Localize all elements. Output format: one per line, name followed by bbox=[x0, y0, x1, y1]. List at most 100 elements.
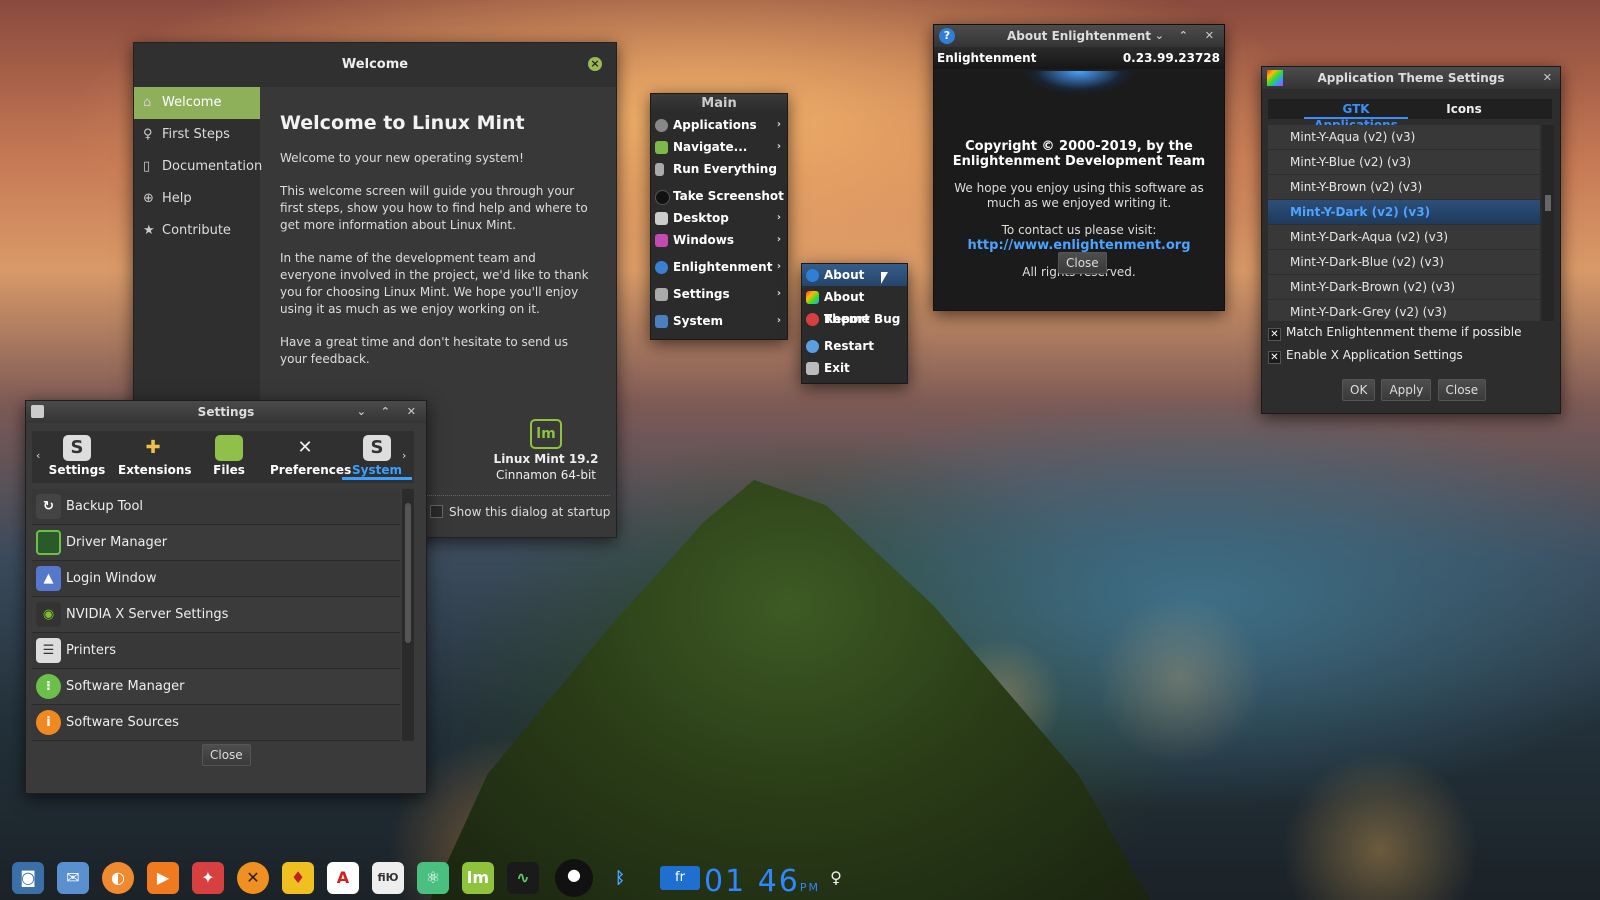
list-item-login-window[interactable]: ▲ Login Window bbox=[32, 561, 400, 597]
copyright-line: Enlightenment Development Team bbox=[952, 154, 1206, 169]
app-icon[interactable]: ♦ bbox=[282, 862, 314, 894]
theme-list-item[interactable]: Mint-Y-Dark-Brown (v2) (v3) bbox=[1268, 275, 1540, 300]
menu-item-take-screenshot[interactable]: Take Screenshot bbox=[651, 185, 787, 207]
menu-item-enlightenment[interactable]: Enlightenment › bbox=[651, 256, 787, 278]
system-monitor-app-icon[interactable]: ∿ bbox=[507, 862, 539, 894]
theme-list-scrollbar[interactable] bbox=[1542, 125, 1554, 321]
startup-checkbox-row[interactable]: Show this dialog at startup bbox=[430, 505, 610, 519]
menu-item-exit[interactable]: Exit bbox=[802, 357, 907, 379]
menu-item-desktop[interactable]: Desktop › bbox=[651, 207, 787, 229]
crossover-app-icon[interactable]: ✕ bbox=[237, 862, 269, 894]
mail-app-icon[interactable]: ✉ bbox=[57, 862, 89, 894]
startup-checkbox[interactable] bbox=[430, 505, 443, 518]
category-settings[interactable]: S Settings bbox=[42, 431, 112, 477]
list-item-backup-tool[interactable]: ↻ Backup Tool bbox=[32, 489, 400, 525]
menu-item-system[interactable]: System › bbox=[651, 310, 787, 332]
settings-titlebar[interactable]: Settings ⌄ ⌃ ✕ bbox=[26, 401, 426, 423]
list-item-software-sources[interactable]: i Software Sources bbox=[32, 705, 400, 741]
list-item-nvidia-settings[interactable]: ◉ NVIDIA X Server Settings bbox=[32, 597, 400, 633]
scrollbar-thumb[interactable] bbox=[1545, 195, 1551, 211]
close-icon[interactable]: ✕ bbox=[1543, 67, 1552, 89]
linux-mint-app-icon[interactable]: lm bbox=[462, 862, 494, 894]
sidebar-item-help[interactable]: ⊕ Help bbox=[134, 183, 260, 215]
keyboard-layout-indicator[interactable]: fr bbox=[660, 866, 700, 890]
about-titlebar[interactable]: ? About Enlightenment ⌄ ⌃ ✕ bbox=[934, 25, 1224, 47]
menu-item-report-bug[interactable]: Report Bug bbox=[802, 308, 907, 330]
pdf-reader-app-icon[interactable]: A bbox=[327, 862, 359, 894]
list-item-driver-manager[interactable]: Driver Manager bbox=[32, 525, 400, 561]
sidebar-item-contribute[interactable]: ★ Contribute bbox=[134, 215, 260, 247]
match-theme-checkbox-row[interactable]: ✕ Match Enlightenment theme if possible bbox=[1268, 325, 1521, 341]
enable-x-settings-checkbox[interactable]: ✕ bbox=[1268, 351, 1281, 364]
list-scrollbar[interactable] bbox=[402, 489, 414, 741]
match-theme-checkbox[interactable]: ✕ bbox=[1268, 328, 1281, 341]
category-files[interactable]: Files bbox=[194, 431, 264, 477]
minimize-icon[interactable]: ⌄ bbox=[357, 401, 366, 423]
media-player-app-icon[interactable]: ▶ bbox=[147, 862, 179, 894]
list-item-printers[interactable]: ☰ Printers bbox=[32, 633, 400, 669]
clock-ampm: PM bbox=[799, 881, 821, 894]
mouse-cursor-icon bbox=[881, 272, 888, 284]
submenu-arrow-icon: › bbox=[776, 119, 781, 130]
theme-list-item[interactable]: Mint-Y-Brown (v2) (v3) bbox=[1268, 175, 1540, 200]
list-item-software-manager[interactable]: ⁝ Software Manager bbox=[32, 669, 400, 705]
enable-x-settings-checkbox-row[interactable]: ✕ Enable X Application Settings bbox=[1268, 348, 1463, 364]
tab-gtk-applications[interactable]: GTK Applications bbox=[1304, 101, 1408, 132]
close-icon[interactable]: ✕ bbox=[1205, 25, 1214, 47]
hope-line: much as we enjoyed writing it. bbox=[986, 196, 1172, 210]
welcome-titlebar[interactable]: Welcome × bbox=[134, 43, 616, 87]
theme-buttons: OK Apply Close bbox=[1342, 379, 1488, 401]
scroll-right-icon[interactable]: › bbox=[402, 449, 406, 462]
clock[interactable]: 01 46PM bbox=[704, 864, 820, 899]
website-link[interactable]: http://www.enlightenment.org bbox=[934, 238, 1224, 253]
firefox-app-icon[interactable]: ◐ bbox=[102, 862, 134, 894]
sidebar-item-welcome[interactable]: ⌂ Welcome bbox=[134, 87, 260, 119]
maximize-icon[interactable]: ⌃ bbox=[381, 401, 390, 423]
sidebar-item-documentation[interactable]: ▯ Documentation bbox=[134, 151, 262, 183]
theme-list-item[interactable]: Mint-Y-Dark-Aqua (v2) (v3) bbox=[1268, 225, 1540, 250]
sidebar-item-first-steps[interactable]: ♀ First Steps bbox=[134, 119, 260, 151]
close-button[interactable]: Close bbox=[1437, 379, 1487, 401]
game-app-icon[interactable]: ✦ bbox=[192, 862, 224, 894]
menu-item-restart[interactable]: Restart bbox=[802, 335, 907, 357]
menu-item-about[interactable]: About bbox=[802, 264, 907, 286]
theme-list-item[interactable]: Mint-Y-Blue (v2) (v3) bbox=[1268, 150, 1540, 175]
menu-item-windows[interactable]: Windows › bbox=[651, 229, 787, 251]
scroll-left-icon[interactable]: ‹ bbox=[36, 449, 40, 462]
minimize-icon[interactable]: ⌄ bbox=[1155, 25, 1164, 47]
close-icon[interactable]: ✕ bbox=[407, 401, 416, 423]
welcome-close-button[interactable]: × bbox=[588, 57, 602, 71]
apply-button[interactable]: Apply bbox=[1381, 379, 1432, 401]
font-viewer-app-icon[interactable]: fiЮ bbox=[372, 862, 404, 894]
settings-close-button[interactable]: Close bbox=[202, 744, 251, 766]
maximize-icon[interactable]: ⌃ bbox=[1179, 25, 1188, 47]
menu-item-applications[interactable]: Applications › bbox=[651, 114, 787, 136]
theme-titlebar[interactable]: Application Theme Settings ✕ bbox=[1262, 67, 1560, 89]
category-bar: ‹ S Settings ✚ Extensions Files ✕ Preferenc… bbox=[32, 431, 414, 483]
lifebuoy-icon: ⊕ bbox=[143, 191, 154, 206]
settings-title: Settings bbox=[197, 405, 255, 419]
theme-list-item[interactable]: Mint-Y-Aqua (v2) (v3) bbox=[1268, 125, 1540, 150]
menu-item-settings[interactable]: Settings › bbox=[651, 283, 787, 305]
bluetooth-icon[interactable]: ᛒ bbox=[604, 862, 636, 894]
restart-icon bbox=[806, 340, 819, 353]
category-extensions[interactable]: ✚ Extensions bbox=[118, 431, 192, 477]
menu-item-about-theme[interactable]: About Theme bbox=[802, 286, 907, 326]
category-label: Settings bbox=[48, 463, 106, 477]
theme-list-item-selected[interactable]: Mint-Y-Dark (v2) (v3) bbox=[1268, 200, 1540, 225]
menu-item-run-everything[interactable]: Run Everything bbox=[651, 158, 787, 180]
scrollbar-thumb[interactable] bbox=[405, 503, 411, 643]
menu-item-navigate[interactable]: Navigate... › bbox=[651, 136, 787, 158]
webcam-app-icon[interactable]: ● bbox=[555, 859, 593, 897]
category-preferences[interactable]: ✕ Preferences bbox=[270, 431, 351, 477]
about-close-button[interactable]: Close bbox=[1058, 252, 1107, 274]
tab-icons[interactable]: Icons bbox=[1434, 101, 1494, 117]
theme-list-item[interactable]: Mint-Y-Dark-Grey (v2) (v3) bbox=[1268, 300, 1540, 321]
menu-item-label: Enlightenment bbox=[673, 260, 773, 274]
lightbulb-icon[interactable]: ♀ bbox=[820, 862, 852, 894]
ok-button[interactable]: OK bbox=[1342, 379, 1376, 401]
camera-app-icon[interactable]: ◙ bbox=[12, 862, 44, 894]
printer-icon: ☰ bbox=[36, 638, 61, 663]
atom-app-icon[interactable]: ⚛ bbox=[417, 862, 449, 894]
theme-list-item[interactable]: Mint-Y-Dark-Blue (v2) (v3) bbox=[1268, 250, 1540, 275]
